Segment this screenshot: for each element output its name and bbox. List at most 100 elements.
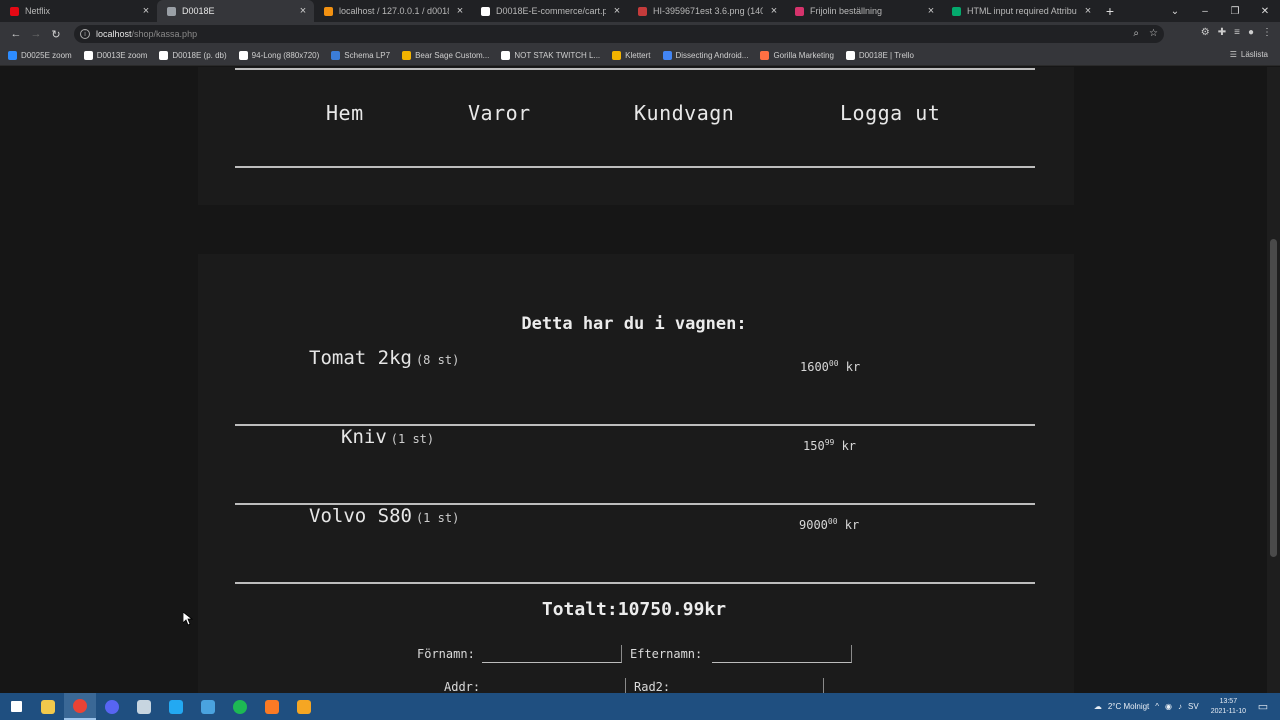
- steam-icon: [137, 699, 151, 714]
- browser-tab[interactable]: localhost / 127.0.0.1 / d0018e / ... ×: [314, 0, 471, 22]
- notifications-icon[interactable]: ▭: [1252, 693, 1274, 720]
- address-input[interactable]: [488, 678, 626, 693]
- extension-icon[interactable]: ⚙: [1201, 27, 1210, 38]
- tab-label: HI-3959671est 3.6.png (1400×...: [653, 6, 763, 16]
- taskbar-app-button[interactable]: [288, 693, 320, 720]
- bookmark-label: NOT STAK TWITCH L...: [514, 51, 601, 60]
- bookmark-item[interactable]: D0018E | Trello: [845, 51, 914, 60]
- tab-close-icon[interactable]: ×: [926, 5, 936, 17]
- bookmark-favicon-icon: [331, 51, 341, 60]
- bookmark-item[interactable]: Bear Sage Custom...: [402, 51, 489, 60]
- browser-tab[interactable]: D0018E ×: [157, 0, 314, 22]
- tab-close-icon[interactable]: ×: [1083, 5, 1093, 17]
- tab-favicon-icon: [481, 6, 490, 16]
- bookmark-item[interactable]: D0025E zoom: [8, 51, 72, 60]
- network-icon[interactable]: ◉: [1165, 702, 1172, 711]
- address-line2-input[interactable]: [678, 678, 824, 693]
- sublime-icon: [297, 699, 311, 714]
- bookmark-item[interactable]: NOT STAK TWITCH L...: [501, 51, 600, 60]
- taskbar-app-button[interactable]: [32, 693, 64, 720]
- bookmark-item[interactable]: 94-Long (880x720): [238, 51, 319, 60]
- tab-close-icon[interactable]: ×: [141, 5, 151, 17]
- browser-tab[interactable]: Frijolin beställning ×: [785, 0, 942, 22]
- weather-text[interactable]: 2°C Molnigt: [1108, 702, 1149, 711]
- bookmark-star-icon[interactable]: ☆: [1149, 28, 1158, 39]
- address-bar[interactable]: i localhost/shop/kassa.php ⌕ ☆: [74, 25, 1164, 43]
- volume-icon[interactable]: ♪: [1178, 702, 1182, 711]
- item-quantity: (1 st): [415, 511, 460, 525]
- item-currency: kr: [845, 360, 861, 374]
- browser-tab[interactable]: HI-3959671est 3.6.png (1400×... ×: [628, 0, 785, 22]
- bookmark-favicon-icon: [760, 51, 770, 60]
- tab-close-icon[interactable]: ×: [612, 5, 622, 17]
- bookmark-label: Schema LP7: [344, 51, 391, 60]
- nav-link-cart[interactable]: Kundvagn: [634, 101, 734, 125]
- bookmark-item[interactable]: Klettert: [612, 51, 651, 60]
- scrollbar-thumb[interactable]: [1270, 239, 1277, 557]
- item-name: Kniv: [341, 426, 387, 448]
- clock[interactable]: 13:57 2021-11-10: [1211, 697, 1246, 717]
- taskbar-app-button[interactable]: [160, 693, 192, 720]
- taskbar-app-button[interactable]: [128, 693, 160, 720]
- firstname-input[interactable]: [482, 645, 622, 663]
- bookmark-item[interactable]: Schema LP7: [331, 51, 390, 60]
- reload-icon[interactable]: ↻: [46, 28, 66, 41]
- item-price-integer: 9000: [799, 518, 828, 532]
- item-divider: [235, 582, 1035, 584]
- bookmark-label: Gorilla Marketing: [773, 51, 834, 60]
- bookmark-item[interactable]: Gorilla Marketing: [760, 51, 834, 60]
- item-currency: kr: [844, 518, 860, 532]
- browser-tab[interactable]: D0018E-E-commerce/cart.php at ... ×: [471, 0, 628, 22]
- zoom-icon[interactable]: ⌕: [1133, 28, 1139, 39]
- nav-link-logout[interactable]: Logga ut: [840, 101, 940, 125]
- tab-search-icon[interactable]: ⌄: [1160, 0, 1190, 22]
- item-price-decimals: 00: [827, 517, 838, 526]
- bookmark-item[interactable]: D0018E (p. db): [159, 51, 227, 60]
- media-icon[interactable]: ≡: [1234, 27, 1240, 38]
- profile-icon[interactable]: ●: [1248, 27, 1254, 38]
- tab-close-icon[interactable]: ×: [455, 5, 465, 17]
- taskbar-app-button[interactable]: [64, 693, 96, 720]
- taskbar-app-button[interactable]: [192, 693, 224, 720]
- menu-icon[interactable]: ⋮: [1262, 27, 1272, 38]
- nav-link-products[interactable]: Varor: [468, 101, 531, 125]
- taskbar-app-button[interactable]: [96, 693, 128, 720]
- browser-tab[interactable]: Netflix ×: [0, 0, 157, 22]
- tab-close-icon[interactable]: ×: [769, 5, 779, 17]
- restore-icon[interactable]: ❐: [1220, 0, 1250, 22]
- bookmark-favicon-icon: [83, 51, 93, 60]
- nav-link-home[interactable]: Hem: [326, 101, 364, 125]
- taskbar-app-button[interactable]: [224, 693, 256, 720]
- minimize-icon[interactable]: –: [1190, 0, 1220, 22]
- item-price-integer: 1600: [800, 360, 829, 374]
- browser-toolbar: ← → ↻ i localhost/shop/kassa.php ⌕ ☆ ⚙ ✚…: [0, 22, 1280, 46]
- clock-date: 2021-11-10: [1210, 707, 1246, 715]
- tab-favicon-icon: [638, 6, 647, 16]
- taskbar-app-button[interactable]: [256, 693, 288, 720]
- reading-list[interactable]: ☰ Läslista: [1230, 50, 1268, 59]
- bookmark-item[interactable]: Dissecting Android...: [662, 51, 748, 60]
- language-indicator[interactable]: SV: [1188, 702, 1199, 711]
- tab-label: D0018E: [182, 6, 215, 16]
- site-info-icon[interactable]: i: [80, 29, 90, 39]
- tab-close-icon[interactable]: ×: [298, 5, 308, 17]
- page-scrollbar[interactable]: [1267, 67, 1280, 693]
- forward-icon[interactable]: →: [26, 28, 46, 40]
- item-price-decimals: 00: [828, 359, 839, 368]
- chrome-icon: [73, 698, 87, 713]
- close-window-icon[interactable]: ✕: [1250, 0, 1280, 22]
- cart-item: Tomat 2kg (8 st) 160000 kr: [235, 347, 1035, 426]
- taskbar-app-button[interactable]: [0, 693, 32, 720]
- lastname-input[interactable]: [712, 645, 852, 663]
- discord-icon: [105, 699, 119, 714]
- browser-tab[interactable]: HTML input required Attribute ×: [942, 0, 1099, 22]
- url-host: localhost: [96, 29, 132, 39]
- tray-chevron-icon[interactable]: ^: [1155, 702, 1159, 711]
- puzzle-icon[interactable]: ✚: [1218, 27, 1226, 38]
- item-price-integer: 150: [803, 439, 825, 453]
- bookmark-item[interactable]: D0013E zoom: [83, 51, 147, 60]
- nav-divider-bottom: [235, 166, 1035, 168]
- tab-label: HTML input required Attribute: [967, 6, 1077, 16]
- back-icon[interactable]: ←: [6, 28, 26, 40]
- new-tab-button[interactable]: +: [1099, 0, 1121, 22]
